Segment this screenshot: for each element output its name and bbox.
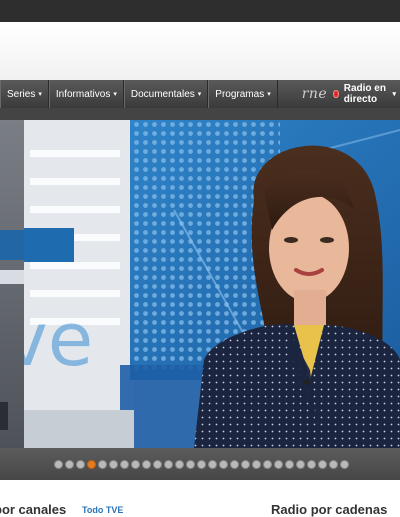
carousel-dot[interactable] [196, 459, 206, 469]
header-banner [0, 22, 400, 80]
hero-news-anchor-image[interactable]: ve [24, 120, 400, 448]
sections-header-row: por canales Todo TVE Radio por cadenas [0, 480, 400, 517]
carousel-dot[interactable] [75, 459, 85, 469]
carousel-dot[interactable] [163, 459, 173, 469]
nav-item-series[interactable]: Series ▾ [0, 80, 49, 108]
nav-item-documentales[interactable]: Documentales ▾ [123, 80, 209, 108]
carousel-dot[interactable] [141, 459, 151, 469]
peek-panel [0, 230, 24, 260]
carousel-dot[interactable] [251, 459, 261, 469]
carousel-dot[interactable] [306, 459, 316, 469]
radio-live-label: Radio en directo [343, 83, 386, 105]
main-nav: Series ▾ Informativos ▾ Documentales ▾ P… [0, 80, 400, 108]
previous-slide-peek [0, 120, 24, 448]
carousel-dot[interactable] [284, 459, 294, 469]
carousel-dot[interactable] [174, 459, 184, 469]
carousel-pagination [0, 448, 400, 480]
carousel-dot[interactable] [317, 459, 327, 469]
all-tve-link[interactable]: Todo TVE [82, 505, 123, 515]
chevron-down-icon: ▾ [392, 91, 396, 98]
carousel-dot[interactable] [130, 459, 140, 469]
nav-item-label: Series [7, 88, 36, 100]
carousel-dot[interactable] [97, 459, 107, 469]
carousel-dot[interactable] [295, 459, 305, 469]
carousel-dot[interactable] [119, 459, 129, 469]
nav-item-label: Programas [215, 88, 265, 100]
tv-channels-heading: por canales [0, 502, 67, 517]
nav-item-programas[interactable]: Programas ▾ [208, 80, 278, 108]
peek-panel [0, 270, 24, 284]
top-strip [0, 0, 400, 22]
radio-stations-heading: Radio por cadenas [271, 502, 388, 517]
nav-item-label: Documentales [130, 88, 195, 100]
hero-carousel[interactable]: ve [0, 120, 400, 448]
carousel-dot[interactable] [273, 459, 283, 469]
radio-live-button[interactable]: Radio en directo ▾ [333, 80, 400, 108]
carousel-dot[interactable] [328, 459, 338, 469]
carousel-dot[interactable] [86, 459, 96, 469]
live-record-icon [333, 90, 339, 98]
peek-panel [0, 402, 8, 430]
nav-item-label: Informativos [55, 88, 111, 100]
nav-item-informativos[interactable]: Informativos ▾ [48, 80, 124, 108]
carousel-dot[interactable] [53, 459, 63, 469]
chevron-down-icon: ▾ [38, 91, 42, 98]
chevron-down-icon: ▾ [113, 91, 117, 98]
carousel-dot[interactable] [64, 459, 74, 469]
carousel-dot[interactable] [229, 459, 239, 469]
carousel-dot[interactable] [339, 459, 349, 469]
chevron-down-icon: ▾ [197, 91, 202, 98]
rne-logo[interactable]: rne [278, 80, 334, 108]
carousel-dot[interactable] [108, 459, 118, 469]
pagination-dots [53, 459, 349, 469]
carousel-dot[interactable] [152, 459, 162, 469]
nav-shadow [0, 108, 400, 120]
carousel-dot[interactable] [207, 459, 217, 469]
carousel-dot[interactable] [185, 459, 195, 469]
chevron-down-icon: ▾ [267, 91, 271, 98]
carousel-dot[interactable] [240, 459, 250, 469]
carousel-dot[interactable] [262, 459, 272, 469]
svg-text:ve: ve [24, 297, 93, 383]
carousel-dot[interactable] [218, 459, 228, 469]
